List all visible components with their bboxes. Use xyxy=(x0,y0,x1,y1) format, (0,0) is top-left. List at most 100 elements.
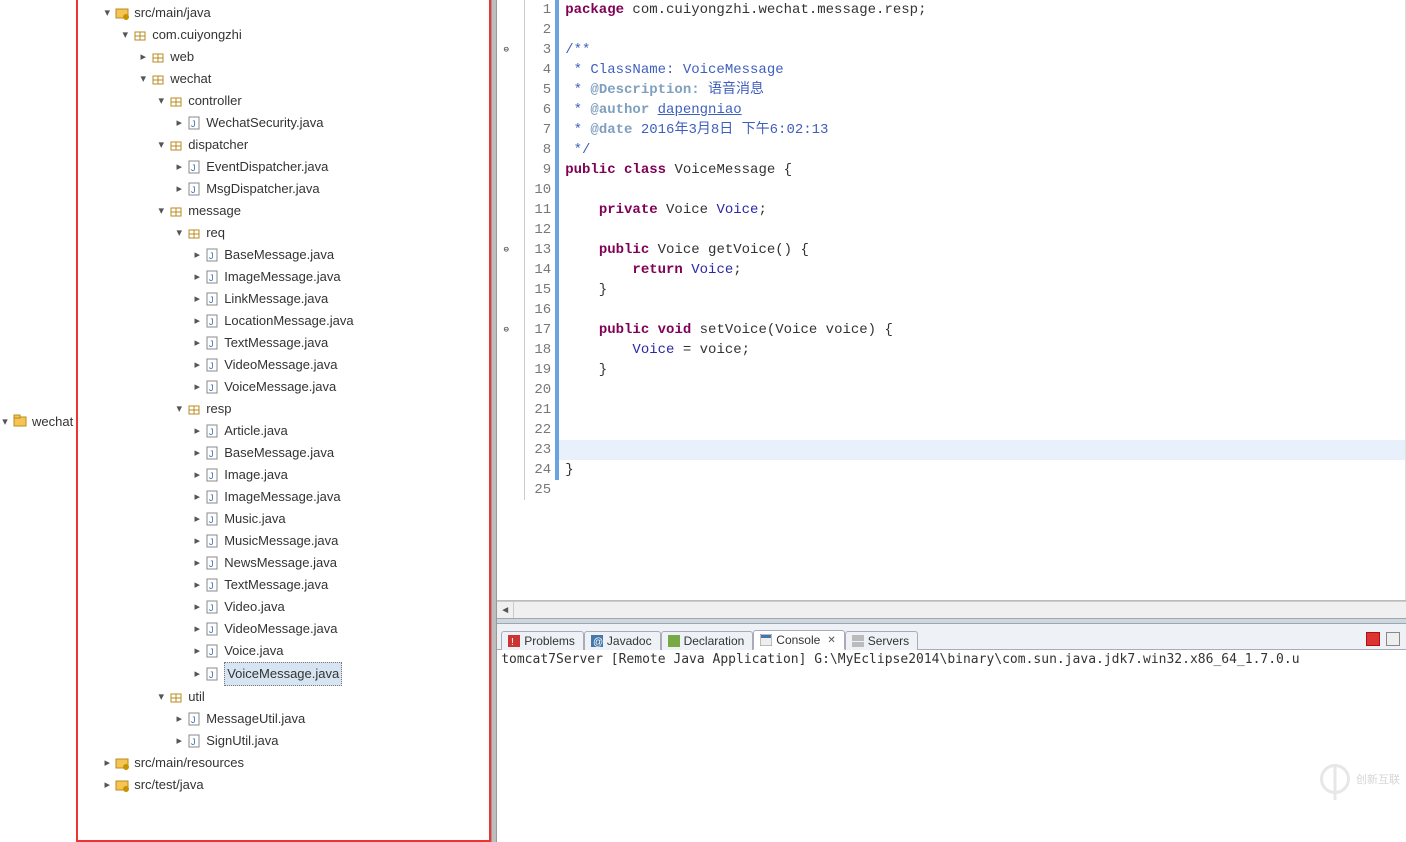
code-line[interactable]: public Voice getVoice() { xyxy=(559,240,1405,260)
code-line[interactable]: */ xyxy=(559,140,1405,160)
expand-arrow-icon[interactable]: ▸ xyxy=(190,244,204,266)
file-resp-ImageMessage.java[interactable]: ▸JImageMessage.java xyxy=(82,486,489,508)
fold-marker[interactable] xyxy=(497,340,515,360)
expand-arrow-icon[interactable]: ▸ xyxy=(190,354,204,376)
fold-marker[interactable] xyxy=(497,120,515,140)
file-resp-Voice.java[interactable]: ▸JVoice.java xyxy=(82,640,489,662)
expand-arrow-icon[interactable]: ▾ xyxy=(154,200,168,222)
fold-marker[interactable] xyxy=(497,140,515,160)
file-resp-VoiceMessage.java[interactable]: ▸JVoiceMessage.java xyxy=(82,662,489,686)
file-resp-MusicMessage.java[interactable]: ▸JMusicMessage.java xyxy=(82,530,489,552)
package-explorer[interactable]: ▾src/main/java▾com.cuiyongzhi▸web▾wechat… xyxy=(76,0,491,842)
fold-marker[interactable] xyxy=(497,60,515,80)
expand-arrow-icon[interactable]: ▸ xyxy=(190,464,204,486)
expand-arrow-icon[interactable]: ▸ xyxy=(100,752,114,774)
expand-arrow-icon[interactable]: ▾ xyxy=(118,24,132,46)
expand-arrow-icon[interactable]: ▸ xyxy=(190,288,204,310)
code-line[interactable] xyxy=(559,380,1405,400)
expand-arrow-icon[interactable]: ▸ xyxy=(172,112,186,134)
fold-marker[interactable]: ⊖ xyxy=(497,40,515,60)
fold-marker[interactable] xyxy=(497,280,515,300)
expand-arrow-icon[interactable]: ▾ xyxy=(100,2,114,24)
code-line[interactable]: * @date 2016年3月8日 下午6:02:13 xyxy=(559,120,1405,140)
fold-marker[interactable] xyxy=(497,300,515,320)
code-line[interactable]: } xyxy=(559,280,1405,300)
file-MsgDispatcher.java[interactable]: ▸JMsgDispatcher.java xyxy=(82,178,489,200)
fold-marker[interactable] xyxy=(497,420,515,440)
file-resp-TextMessage.java[interactable]: ▸JTextMessage.java xyxy=(82,574,489,596)
fold-marker[interactable] xyxy=(497,360,515,380)
file-MessageUtil.java[interactable]: ▸JMessageUtil.java xyxy=(82,708,489,730)
tab-problems[interactable]: ! Problems xyxy=(501,631,584,650)
pkg-message[interactable]: ▾message xyxy=(82,200,489,222)
code-line[interactable]: public class VoiceMessage { xyxy=(559,160,1405,180)
expand-arrow-icon[interactable]: ▸ xyxy=(100,774,114,796)
expand-arrow-icon[interactable]: ▾ xyxy=(154,686,168,708)
file-req-VoiceMessage.java[interactable]: ▸JVoiceMessage.java xyxy=(82,376,489,398)
expand-arrow-icon[interactable]: ▸ xyxy=(190,332,204,354)
pkg-util[interactable]: ▾util xyxy=(82,686,489,708)
src-main-resources[interactable]: ▸src/main/resources xyxy=(82,752,489,774)
code-line[interactable] xyxy=(559,440,1405,460)
code-line[interactable]: return Voice; xyxy=(559,260,1405,280)
pkg-resp[interactable]: ▾resp xyxy=(82,398,489,420)
expand-arrow-icon[interactable]: ▸ xyxy=(190,530,204,552)
file-req-LinkMessage.java[interactable]: ▸JLinkMessage.java xyxy=(82,288,489,310)
pkg-base[interactable]: ▾com.cuiyongzhi xyxy=(82,24,489,46)
expand-arrow-icon[interactable]: ▾ xyxy=(136,68,150,90)
code-line[interactable]: package com.cuiyongzhi.wechat.message.re… xyxy=(559,0,1405,20)
file-req-ImageMessage.java[interactable]: ▸JImageMessage.java xyxy=(82,266,489,288)
fold-marker[interactable] xyxy=(497,220,515,240)
pkg-controller[interactable]: ▾controller xyxy=(82,90,489,112)
pkg-web[interactable]: ▸web xyxy=(82,46,489,68)
expand-arrow-icon[interactable]: ▸ xyxy=(172,178,186,200)
fold-marker[interactable]: ⊖ xyxy=(497,320,515,340)
fold-marker[interactable] xyxy=(497,400,515,420)
file-resp-VideoMessage.java[interactable]: ▸JVideoMessage.java xyxy=(82,618,489,640)
console-output[interactable]: tomcat7Server [Remote Java Application] … xyxy=(497,650,1406,842)
expand-arrow-icon[interactable]: ▸ xyxy=(190,310,204,332)
file-req-LocationMessage.java[interactable]: ▸JLocationMessage.java xyxy=(82,310,489,332)
code-line[interactable] xyxy=(559,220,1405,240)
pkg-wechat[interactable]: ▾wechat xyxy=(82,68,489,90)
expand-arrow-icon[interactable]: ▸ xyxy=(190,574,204,596)
fold-marker[interactable] xyxy=(497,80,515,100)
expand-arrow-icon[interactable]: ▸ xyxy=(172,156,186,178)
expand-arrow-icon[interactable]: ▸ xyxy=(190,508,204,530)
expand-arrow-icon[interactable]: ▾ xyxy=(172,222,186,244)
file-resp-Video.java[interactable]: ▸JVideo.java xyxy=(82,596,489,618)
tab-console[interactable]: Console ✕ xyxy=(753,630,844,650)
file-req-TextMessage.java[interactable]: ▸JTextMessage.java xyxy=(82,332,489,354)
expand-arrow-icon[interactable]: ▸ xyxy=(190,420,204,442)
fold-marker[interactable] xyxy=(497,100,515,120)
expand-arrow-icon[interactable]: ▸ xyxy=(190,442,204,464)
fold-marker[interactable] xyxy=(497,200,515,220)
file-WechatSecurity.java[interactable]: ▸JWechatSecurity.java xyxy=(82,112,489,134)
fold-marker[interactable] xyxy=(497,0,515,20)
scroll-left-icon[interactable]: ◄ xyxy=(497,602,514,618)
code-line[interactable]: } xyxy=(559,460,1405,480)
src-main-java[interactable]: ▾src/main/java xyxy=(82,2,489,24)
expand-arrow-icon[interactable]: ▸ xyxy=(190,552,204,574)
code-line[interactable] xyxy=(559,480,1405,500)
file-EventDispatcher.java[interactable]: ▸JEventDispatcher.java xyxy=(82,156,489,178)
tab-declaration[interactable]: Declaration xyxy=(661,631,754,650)
project-root[interactable]: ▾wechat xyxy=(0,0,73,842)
expand-arrow-icon[interactable]: ▸ xyxy=(190,640,204,662)
code-line[interactable] xyxy=(559,300,1405,320)
code-line[interactable]: /** xyxy=(559,40,1405,60)
expand-arrow-icon[interactable]: ▾ xyxy=(172,398,186,420)
fold-marker[interactable] xyxy=(497,180,515,200)
expand-arrow-icon[interactable]: ▾ xyxy=(154,90,168,112)
file-SignUtil.java[interactable]: ▸JSignUtil.java xyxy=(82,730,489,752)
fold-marker[interactable] xyxy=(497,460,515,480)
expand-arrow-icon[interactable]: ▸ xyxy=(190,663,204,685)
fold-marker[interactable] xyxy=(497,260,515,280)
expand-arrow-icon[interactable]: ▾ xyxy=(0,415,12,428)
code-line[interactable] xyxy=(559,180,1405,200)
code-line[interactable]: private Voice Voice; xyxy=(559,200,1405,220)
code-line[interactable]: * @Description: 语音消息 xyxy=(559,80,1405,100)
expand-arrow-icon[interactable]: ▸ xyxy=(190,266,204,288)
code-line[interactable] xyxy=(559,420,1405,440)
fold-marker[interactable] xyxy=(497,440,515,460)
